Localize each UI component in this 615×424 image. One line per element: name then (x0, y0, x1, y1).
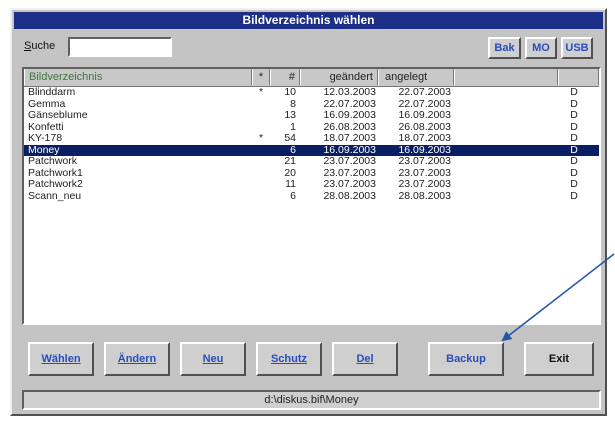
row-star: * (258, 87, 264, 98)
row-modified: 23.07.2003 (323, 156, 376, 167)
protect-button[interactable]: Schutz (256, 342, 322, 376)
row-name: Gänseblume (28, 110, 88, 121)
select-button[interactable]: Wählen (28, 342, 94, 376)
list-row[interactable]: Money 6 16.09.2003 16.09.2003 D (24, 144, 599, 157)
window-title: Bildverzeichnis wählen (14, 12, 603, 29)
row-created: 26.08.2003 (398, 121, 451, 133)
row-star (254, 145, 268, 157)
list-row[interactable]: Konfetti 1 26.08.2003 26.08.2003 D (24, 122, 599, 134)
search-input[interactable] (68, 37, 172, 57)
list-row[interactable]: Gänseblume 13 16.09.2003 16.09.2003 D (24, 110, 599, 122)
row-drive: D (570, 110, 578, 121)
row-created: 16.09.2003 (398, 144, 451, 156)
column-header-created[interactable]: angelegt (378, 69, 454, 85)
change-button[interactable]: Ändern (104, 342, 170, 376)
row-modified: 26.08.2003 (323, 121, 376, 133)
list-row[interactable]: Patchwork2 11 23.07.2003 23.07.2003 D (24, 179, 599, 191)
bak-button[interactable]: Bak (488, 37, 521, 59)
status-path: d:\diskus.bif\Money (22, 390, 601, 410)
list-row[interactable]: Gemma 8 22.07.2003 22.07.2003 D (24, 99, 599, 111)
row-drive: D (570, 190, 578, 202)
column-header-count[interactable]: # (270, 69, 300, 85)
row-drive: D (570, 144, 578, 156)
row-created: 23.07.2003 (398, 167, 451, 179)
row-created: 23.07.2003 (398, 179, 451, 190)
row-name: KY-178 (28, 133, 63, 144)
row-count: 11 (285, 179, 296, 190)
row-created: 28.08.2003 (398, 190, 451, 202)
row-star: * (258, 133, 264, 144)
row-star (254, 156, 268, 168)
list-row[interactable]: KY-178 * 54 18.07.2003 18.07.2003 D (24, 133, 599, 145)
row-created: 22.07.2003 (398, 98, 451, 110)
column-header-name[interactable]: Bildverzeichnis (24, 69, 252, 85)
row-star (254, 191, 268, 203)
row-drive: D (570, 156, 578, 167)
row-modified: 16.09.2003 (323, 110, 376, 121)
row-name: Patchwork2 (28, 179, 83, 190)
row-name: Scann_neu (28, 190, 82, 202)
row-drive: D (570, 133, 578, 144)
row-count: 10 (284, 87, 296, 98)
row-created: 23.07.2003 (398, 156, 451, 167)
row-drive: D (570, 167, 578, 179)
list-row[interactable]: Blinddarm * 10 12.03.2003 22.07.2003 D (24, 87, 599, 99)
column-header-modified[interactable]: geändert (300, 69, 378, 85)
list-row[interactable]: Patchwork1 20 23.07.2003 23.07.2003 D (24, 168, 599, 180)
row-name: Gemma (28, 98, 66, 110)
directory-list[interactable]: Bildverzeichnis * # geändert angelegt Bl… (22, 67, 601, 325)
row-name: Blinddarm (28, 87, 76, 98)
row-modified: 16.09.2003 (323, 144, 376, 156)
row-modified: 12.03.2003 (323, 87, 376, 98)
row-star (254, 168, 268, 180)
new-button[interactable]: Neu (180, 342, 246, 376)
list-header: Bildverzeichnis * # geändert angelegt (24, 69, 599, 87)
row-count: 6 (290, 144, 296, 156)
row-modified: 23.07.2003 (323, 179, 376, 190)
row-name: Money (28, 144, 60, 156)
row-name: Patchwork (28, 156, 78, 167)
row-star (254, 179, 268, 191)
backup-button[interactable]: Backup (428, 342, 504, 376)
row-star (254, 99, 268, 111)
row-star (254, 122, 268, 134)
list-row[interactable]: Patchwork 21 23.07.2003 23.07.2003 D (24, 156, 599, 168)
row-name: Konfetti (28, 121, 64, 133)
row-star (254, 110, 268, 122)
search-label: Suche (24, 40, 56, 52)
column-header-spacer (454, 69, 558, 85)
select-image-directory-dialog: Bildverzeichnis wählen Suche Bak MO USB … (10, 8, 607, 416)
row-drive: D (570, 98, 578, 110)
row-count: 1 (290, 121, 296, 133)
row-count: 6 (290, 190, 296, 202)
row-modified: 23.07.2003 (323, 167, 376, 179)
row-drive: D (570, 179, 578, 190)
usb-button[interactable]: USB (561, 37, 593, 59)
row-count: 20 (284, 167, 296, 179)
row-count: 8 (290, 98, 296, 110)
delete-button[interactable]: Del (332, 342, 398, 376)
list-row[interactable]: Scann_neu 6 28.08.2003 28.08.2003 D (24, 191, 599, 203)
list-rows: Blinddarm * 10 12.03.2003 22.07.2003 D Gemma 8 2… (24, 87, 599, 202)
row-count: 54 (284, 133, 296, 144)
row-created: 18.07.2003 (398, 133, 451, 144)
row-name: Patchwork1 (28, 167, 83, 179)
row-count: 21 (284, 156, 296, 167)
row-modified: 22.07.2003 (323, 98, 376, 110)
mo-button[interactable]: MO (525, 37, 557, 59)
column-header-drive (558, 69, 599, 85)
row-modified: 28.08.2003 (323, 190, 376, 202)
row-created: 22.07.2003 (398, 87, 451, 98)
row-created: 16.09.2003 (398, 110, 451, 121)
column-header-star[interactable]: * (252, 69, 270, 85)
exit-button[interactable]: Exit (524, 342, 594, 376)
row-drive: D (570, 121, 578, 133)
row-drive: D (570, 87, 578, 98)
row-count: 13 (284, 110, 296, 121)
row-modified: 18.07.2003 (323, 133, 376, 144)
